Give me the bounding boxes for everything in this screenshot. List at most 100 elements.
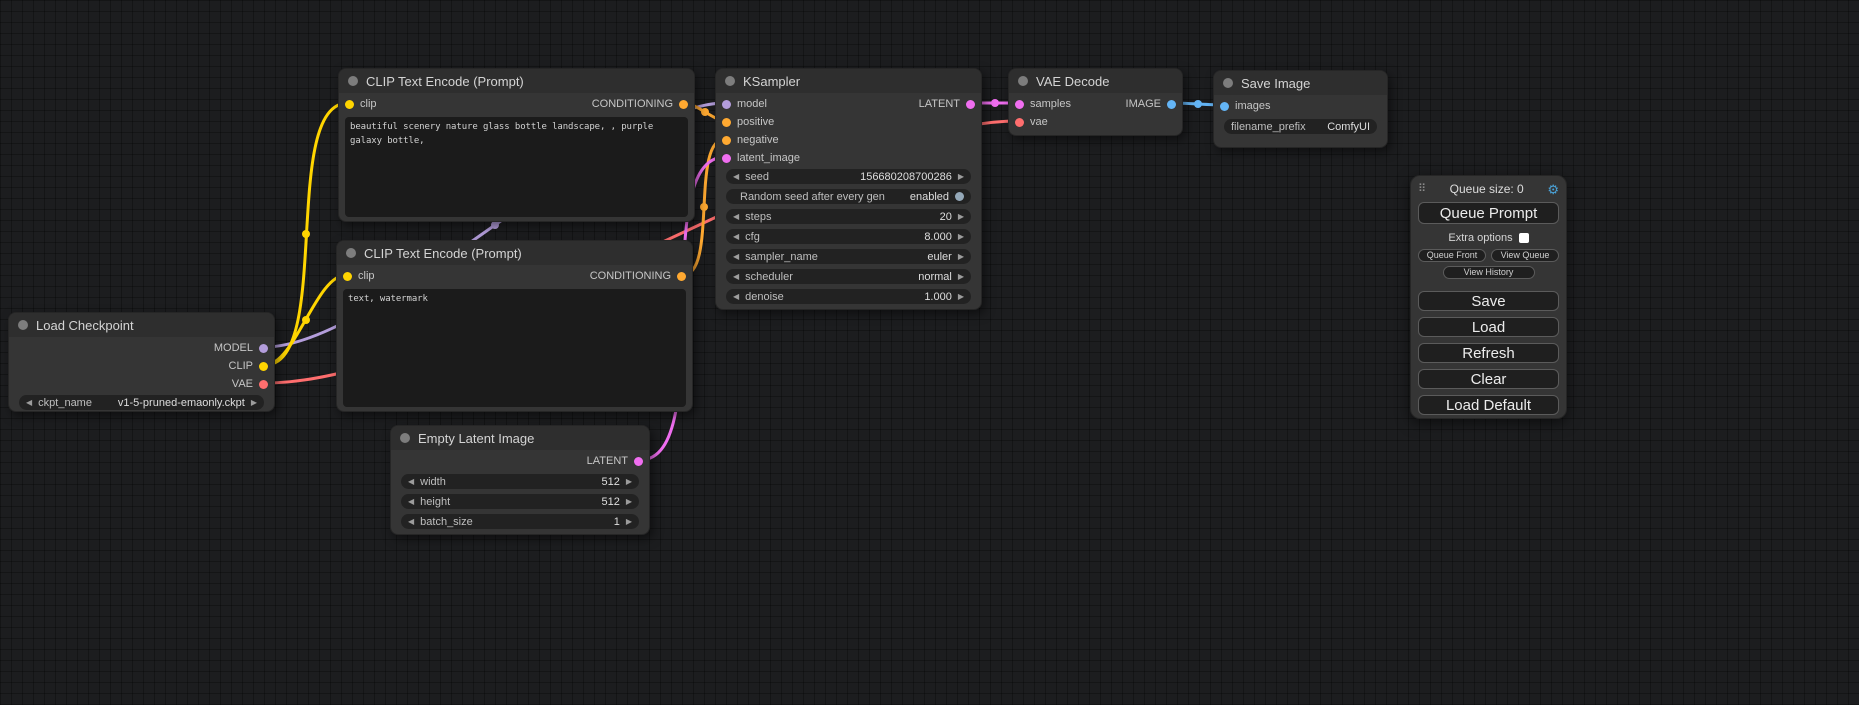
increment-arrow-icon[interactable]: ▶ — [626, 518, 632, 526]
widget-name: seed — [745, 171, 769, 183]
ksampler-node[interactable]: KSampler model LATENT positive negative — [715, 68, 982, 310]
increment-arrow-icon[interactable]: ▶ — [958, 253, 964, 261]
increment-arrow-icon[interactable]: ▶ — [958, 273, 964, 281]
widget-name: filename_prefix — [1231, 121, 1306, 133]
positive-input-label: positive — [737, 116, 774, 128]
batch-size-widget[interactable]: ◀ batch_size 1 ▶ — [401, 514, 639, 529]
view-history-button[interactable]: View History — [1443, 266, 1535, 279]
decrement-arrow-icon[interactable]: ◀ — [733, 293, 739, 301]
vae-decode-node[interactable]: VAE Decode samples IMAGE vae — [1008, 68, 1183, 136]
clip-output-slot-dot[interactable] — [259, 362, 268, 371]
clip-text-encode-negative-node[interactable]: CLIP Text Encode (Prompt) clip CONDITION… — [336, 240, 693, 412]
filename-prefix-widget[interactable]: filename_prefix ComfyUI — [1224, 119, 1377, 134]
decrement-arrow-icon[interactable]: ◀ — [408, 498, 414, 506]
slot-row: VAE — [9, 375, 274, 393]
vae-output-slot-dot[interactable] — [259, 380, 268, 389]
random-seed-toggle[interactable]: Random seed after every gen enabled — [726, 189, 971, 204]
widget-value: enabled — [910, 191, 949, 203]
clip-input-slot-dot[interactable] — [345, 100, 354, 109]
samples-input-slot-dot[interactable] — [1015, 100, 1024, 109]
clip-text-encode-positive-node[interactable]: CLIP Text Encode (Prompt) clip CONDITION… — [338, 68, 695, 222]
collapse-dot-icon[interactable] — [400, 433, 410, 443]
latent-image-input-slot-dot[interactable] — [722, 154, 731, 163]
decrement-arrow-icon[interactable]: ◀ — [408, 518, 414, 526]
decrement-arrow-icon[interactable]: ◀ — [733, 253, 739, 261]
denoise-widget[interactable]: ◀ denoise 1.000 ▶ — [726, 289, 971, 304]
collapse-dot-icon[interactable] — [1018, 76, 1028, 86]
wire-latent-sampled-midpoint-dot — [991, 99, 999, 107]
queue-front-button[interactable]: Queue Front — [1418, 249, 1486, 262]
decrement-arrow-icon[interactable]: ◀ — [408, 478, 414, 486]
load-checkpoint-title-bar[interactable]: Load Checkpoint — [9, 313, 274, 337]
collapse-dot-icon[interactable] — [346, 248, 356, 258]
model-input-slot-dot[interactable] — [722, 100, 731, 109]
empty-latent-image-title-bar[interactable]: Empty Latent Image — [391, 426, 649, 450]
widget-value: 1.000 — [924, 291, 952, 303]
conditioning-output-slot-dot[interactable] — [679, 100, 688, 109]
queue-prompt-button[interactable]: Queue Prompt — [1418, 202, 1559, 224]
images-input-slot-dot[interactable] — [1220, 102, 1229, 111]
increment-arrow-icon[interactable]: ▶ — [958, 233, 964, 241]
increment-arrow-icon[interactable]: ▶ — [958, 173, 964, 181]
load-default-button[interactable]: Load Default — [1418, 395, 1559, 415]
image-output-slot-dot[interactable] — [1167, 100, 1176, 109]
decrement-arrow-icon[interactable]: ◀ — [733, 173, 739, 181]
empty-latent-image-node[interactable]: Empty Latent Image LATENT ◀ width 512 ▶ … — [390, 425, 650, 535]
steps-widget[interactable]: ◀ steps 20 ▶ — [726, 209, 971, 224]
collapse-dot-icon[interactable] — [1223, 78, 1233, 88]
toggle-dot-icon[interactable] — [955, 192, 964, 201]
save-button[interactable]: Save — [1418, 291, 1559, 311]
seed-widget[interactable]: ◀ seed 156680208700286 ▶ — [726, 169, 971, 184]
width-widget[interactable]: ◀ width 512 ▶ — [401, 474, 639, 489]
clip-input-label: clip — [360, 98, 377, 110]
drag-handle-icon[interactable]: ⠿ — [1418, 184, 1426, 195]
settings-gear-icon[interactable]: ⚙ — [1547, 183, 1559, 196]
negative-input-label: negative — [737, 134, 779, 146]
save-image-node[interactable]: Save Image images filename_prefix ComfyU… — [1213, 70, 1388, 148]
decrement-arrow-icon[interactable]: ◀ — [733, 273, 739, 281]
collapse-dot-icon[interactable] — [348, 76, 358, 86]
node-title: KSampler — [743, 74, 800, 89]
model-output-slot-dot[interactable] — [259, 344, 268, 353]
positive-input-slot-dot[interactable] — [722, 118, 731, 127]
latent-output-slot-dot[interactable] — [966, 100, 975, 109]
ksampler-title-bar[interactable]: KSampler — [716, 69, 981, 93]
extra-options-checkbox[interactable] — [1519, 233, 1529, 243]
cfg-widget[interactable]: ◀ cfg 8.000 ▶ — [726, 229, 971, 244]
scheduler-widget[interactable]: ◀ scheduler normal ▶ — [726, 269, 971, 284]
view-queue-button[interactable]: View Queue — [1491, 249, 1559, 262]
vae-decode-title-bar[interactable]: VAE Decode — [1009, 69, 1182, 93]
collapse-dot-icon[interactable] — [725, 76, 735, 86]
node-graph-canvas[interactable]: Load Checkpoint MODEL CLIP VAE — [0, 0, 1859, 705]
increment-arrow-icon[interactable]: ▶ — [251, 399, 257, 407]
widget-value: euler — [927, 251, 951, 263]
clip-text-encode-negative-title-bar[interactable]: CLIP Text Encode (Prompt) — [337, 241, 692, 265]
increment-arrow-icon[interactable]: ▶ — [626, 478, 632, 486]
increment-arrow-icon[interactable]: ▶ — [958, 293, 964, 301]
load-checkpoint-node[interactable]: Load Checkpoint MODEL CLIP VAE — [8, 312, 275, 412]
slot-row: CLIP — [9, 357, 274, 375]
increment-arrow-icon[interactable]: ▶ — [958, 213, 964, 221]
decrement-arrow-icon[interactable]: ◀ — [733, 213, 739, 221]
vae-input-slot-dot[interactable] — [1015, 118, 1024, 127]
ckpt-name-widget[interactable]: ◀ ckpt_name v1-5-pruned-emaonly.ckpt ▶ — [19, 395, 264, 410]
negative-prompt-textarea[interactable]: text, watermark — [343, 289, 686, 407]
height-widget[interactable]: ◀ height 512 ▶ — [401, 494, 639, 509]
conditioning-output-slot-dot[interactable] — [677, 272, 686, 281]
clear-button[interactable]: Clear — [1418, 369, 1559, 389]
refresh-button[interactable]: Refresh — [1418, 343, 1559, 363]
decrement-arrow-icon[interactable]: ◀ — [733, 233, 739, 241]
positive-prompt-textarea[interactable]: beautiful scenery nature glass bottle la… — [345, 117, 688, 217]
load-button[interactable]: Load — [1418, 317, 1559, 337]
decrement-arrow-icon[interactable]: ◀ — [26, 399, 32, 407]
sampler-name-widget[interactable]: ◀ sampler_name euler ▶ — [726, 249, 971, 264]
increment-arrow-icon[interactable]: ▶ — [626, 498, 632, 506]
collapse-dot-icon[interactable] — [18, 320, 28, 330]
conditioning-output-label: CONDITIONING — [590, 270, 671, 282]
save-image-title-bar[interactable]: Save Image — [1214, 71, 1387, 95]
clip-text-encode-positive-title-bar[interactable]: CLIP Text Encode (Prompt) — [339, 69, 694, 93]
slot-row: MODEL — [9, 339, 274, 357]
clip-input-slot-dot[interactable] — [343, 272, 352, 281]
negative-input-slot-dot[interactable] — [722, 136, 731, 145]
latent-output-slot-dot[interactable] — [634, 457, 643, 466]
